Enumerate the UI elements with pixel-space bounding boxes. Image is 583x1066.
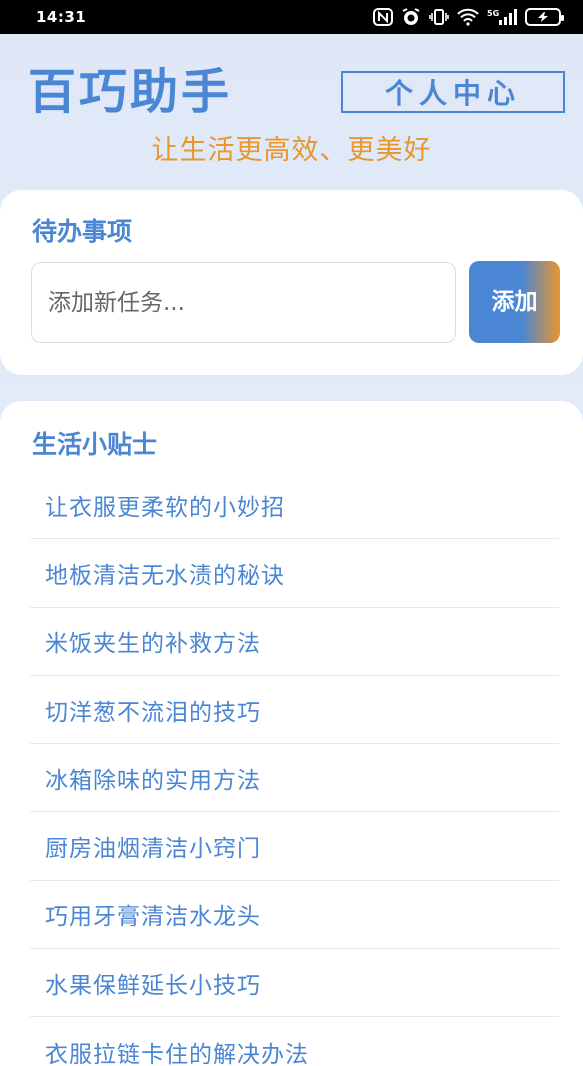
- battery-charging-icon: [525, 8, 564, 26]
- signal-icon: 5G: [487, 8, 517, 26]
- status-time: 14:31: [36, 8, 87, 26]
- tip-item[interactable]: 水果保鲜延长小技巧: [30, 949, 559, 1018]
- nfc-icon: [373, 8, 393, 26]
- tips-list: 让衣服更柔软的小妙招 地板清洁无水渍的秘诀 米饭夹生的补救方法 切洋葱不流泪的技…: [30, 471, 559, 1066]
- status-icons: 5G: [373, 8, 564, 26]
- app-slogan: 让生活更高效、更美好: [151, 135, 432, 166]
- tip-item[interactable]: 衣服拉链卡住的解决办法: [30, 1017, 559, 1066]
- wifi-icon: [457, 8, 479, 26]
- vibrate-icon: [429, 8, 449, 26]
- tip-item[interactable]: 切洋葱不流泪的技巧: [30, 676, 559, 745]
- svg-text:5G: 5G: [487, 9, 499, 18]
- status-bar: 14:31 5G: [0, 0, 583, 34]
- app-title: 百巧助手: [28, 64, 233, 120]
- alarm-icon: [401, 8, 421, 26]
- tips-card: 生活小贴士 让衣服更柔软的小妙招 地板清洁无水渍的秘诀 米饭夹生的补救方法 切洋…: [0, 401, 583, 1066]
- app-header: 百巧助手 个人中心 让生活更高效、更美好: [0, 34, 583, 194]
- profile-center-button[interactable]: 个人中心: [341, 71, 565, 113]
- tip-item[interactable]: 巧用牙膏清洁水龙头: [30, 881, 559, 950]
- tip-item[interactable]: 地板清洁无水渍的秘诀: [30, 539, 559, 608]
- tips-section-title: 生活小贴士: [32, 430, 158, 459]
- tip-item[interactable]: 冰箱除味的实用方法: [30, 744, 559, 813]
- new-task-input[interactable]: [31, 262, 456, 343]
- todo-card: 待办事项 添加: [0, 190, 583, 375]
- tip-item[interactable]: 厨房油烟清洁小窍门: [30, 812, 559, 881]
- tip-item[interactable]: 让衣服更柔软的小妙招: [30, 471, 559, 540]
- todo-section-title: 待办事项: [32, 217, 133, 246]
- tip-item[interactable]: 米饭夹生的补救方法: [30, 608, 559, 676]
- add-task-button[interactable]: 添加: [469, 261, 560, 343]
